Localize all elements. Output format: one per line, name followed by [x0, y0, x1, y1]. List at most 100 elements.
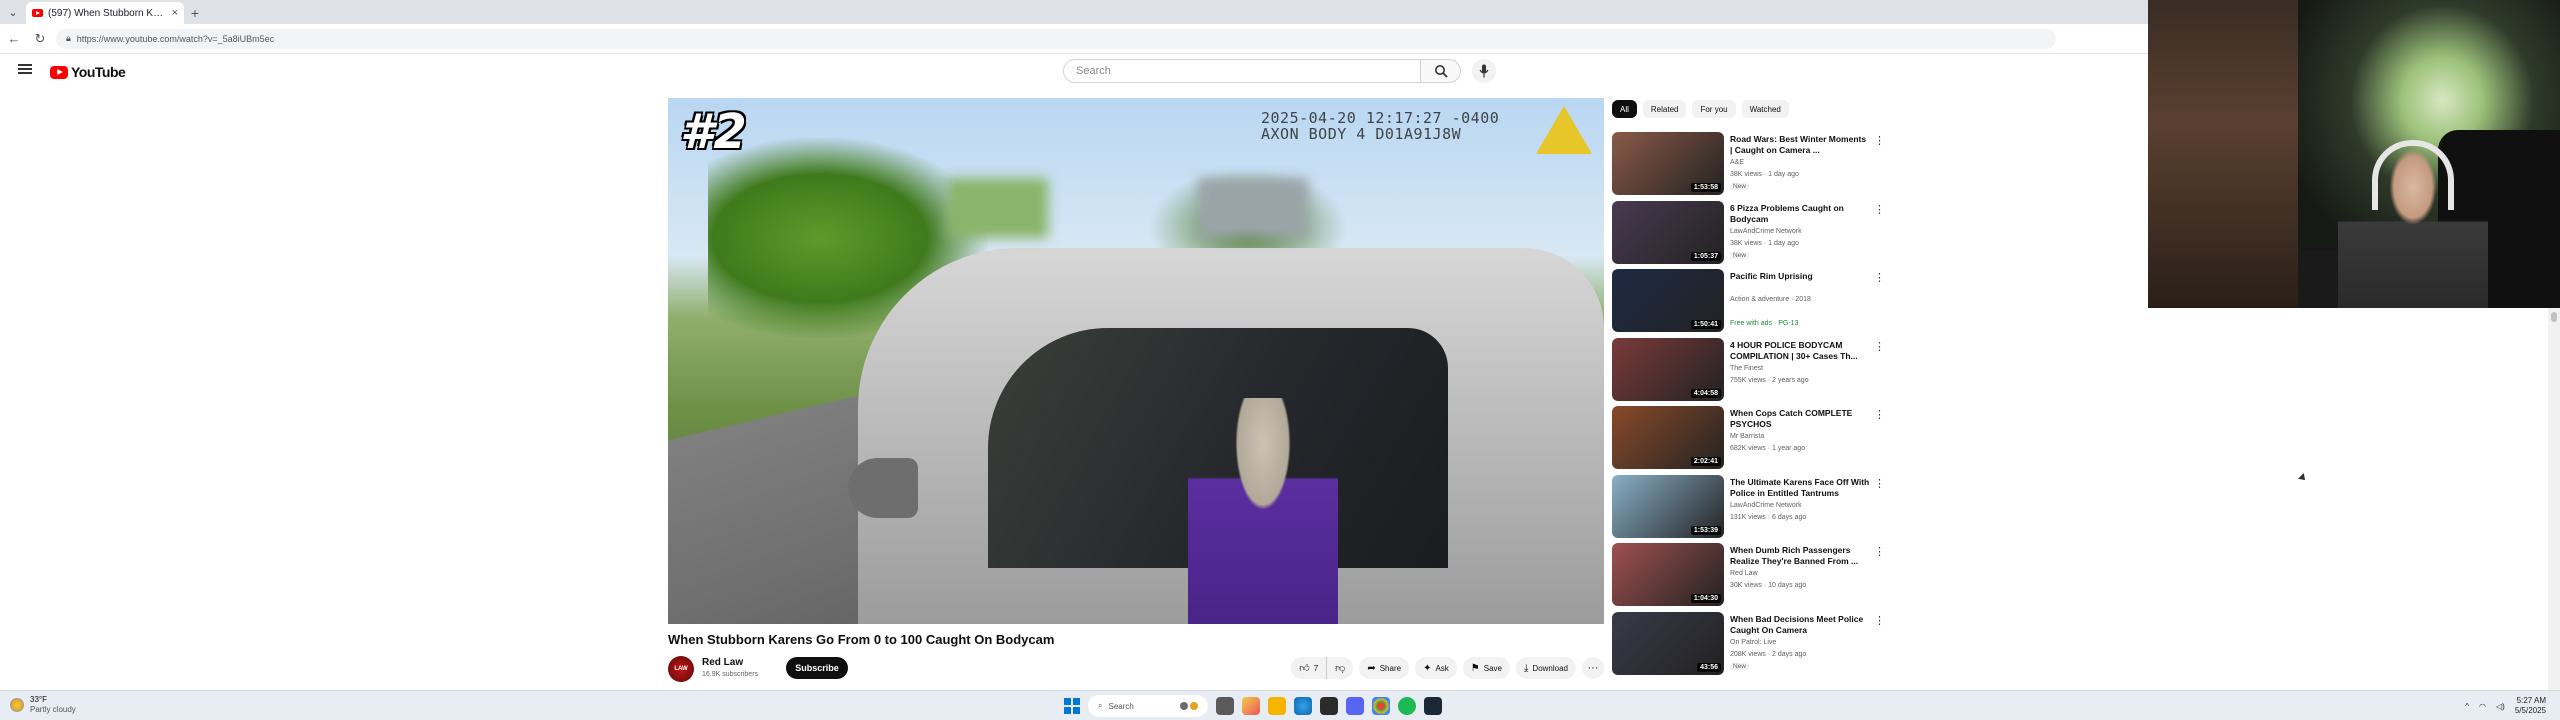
weather-widget[interactable]: 33°F Partly cloudy: [10, 695, 76, 715]
recommendation-channel[interactable]: On Patrol: Live: [1730, 639, 1776, 646]
like-count: 7: [1313, 663, 1319, 673]
chrome-icon[interactable]: [1372, 697, 1390, 715]
video-player[interactable]: #2 2025-04-20 12:17:27 -0400 AXON BODY 4…: [668, 98, 1604, 624]
channel-name[interactable]: Red Law: [702, 657, 743, 668]
clock-date: 5/5/2025: [2514, 706, 2546, 715]
recommendation-badge: Free with ads · PG-13: [1730, 320, 1799, 327]
start-button[interactable]: [1064, 698, 1080, 714]
save-button[interactable]: ⚑ Save: [1462, 657, 1510, 679]
more-vert-icon[interactable]: ⋮: [1874, 134, 1885, 147]
weather-temperature: 33°F: [30, 695, 47, 704]
recommendation-channel[interactable]: Mr Barrista: [1730, 433, 1764, 440]
like-button[interactable]: 👍︎ 7: [1291, 657, 1328, 679]
recommendation-item[interactable]: 1:53:39 The Ultimate Karens Face Off With…: [1612, 473, 1885, 542]
recommendation-channel[interactable]: Action & adventure · 2018: [1730, 296, 1811, 303]
recommendation-channel[interactable]: Red Law: [1730, 570, 1758, 577]
address-bar[interactable]: 🔒︎ https://www.youtube.com/watch?v=_5a8i…: [56, 28, 2056, 49]
store-icon[interactable]: [1320, 697, 1338, 715]
recommendation-title[interactable]: The Ultimate Karens Face Off With Police…: [1730, 477, 1870, 499]
recommendation-title[interactable]: When Bad Decisions Meet Police Caught On…: [1730, 614, 1870, 636]
edge-icon[interactable]: [1294, 697, 1312, 715]
recommendation-thumbnail[interactable]: 43:56: [1612, 611, 1724, 675]
recommendation-item[interactable]: 43:56 When Bad Decisions Meet Police Caug…: [1612, 610, 1885, 679]
speaker-icon[interactable]: ◁): [2496, 702, 2505, 711]
back-arrow-icon[interactable]: ←: [4, 29, 24, 49]
recommendation-channel[interactable]: LawAndCrime Network: [1730, 228, 1802, 235]
recommendation-channel[interactable]: LawAndCrime Network: [1730, 502, 1802, 509]
share-button[interactable]: ➦ Share: [1359, 657, 1410, 679]
chip-for-you[interactable]: For you: [1692, 100, 1736, 118]
browser-tab-active[interactable]: (597) When Stubborn Karens ×: [26, 2, 184, 24]
recommendation-badge: New: [1730, 251, 1750, 259]
more-vert-icon[interactable]: ⋮: [1874, 203, 1885, 216]
tab-search-icon[interactable]: ⌄: [0, 0, 26, 24]
more-vert-icon[interactable]: ⋮: [1874, 340, 1885, 353]
task-view-icon[interactable]: [1216, 697, 1234, 715]
steam-icon[interactable]: [1424, 697, 1442, 715]
spotify-icon[interactable]: [1398, 697, 1416, 715]
chip-watched[interactable]: Watched: [1741, 100, 1789, 118]
recommendation-thumbnail[interactable]: 4:04:58: [1612, 337, 1724, 401]
new-tab-button[interactable]: +: [184, 2, 206, 24]
partly-cloudy-icon: [10, 698, 24, 712]
ask-button[interactable]: ✦ Ask: [1415, 657, 1457, 679]
more-vert-icon[interactable]: ⋮: [1874, 408, 1885, 421]
youtube-favicon-icon: [32, 9, 43, 17]
youtube-logo-text: YouTube: [71, 64, 126, 80]
voice-search-button[interactable]: [1472, 59, 1496, 83]
recommendation-item[interactable]: 1:53:58 Road Wars: Best Winter Moments | …: [1612, 130, 1885, 199]
recommendation-item[interactable]: 2:02:41 When Cops Catch COMPLETE PSYCHOS M…: [1612, 404, 1885, 473]
recommendation-title[interactable]: When Cops Catch COMPLETE PSYCHOS: [1730, 408, 1870, 430]
recommendation-channel[interactable]: The Finest: [1730, 365, 1763, 372]
recommendation-thumbnail[interactable]: 2:02:41: [1612, 406, 1724, 469]
photos-icon[interactable]: [1242, 697, 1260, 715]
recommendation-thumbnail[interactable]: 1:53:39: [1612, 474, 1724, 538]
video-duration: 1:53:39: [1690, 525, 1721, 535]
more-vert-icon[interactable]: ⋮: [1874, 477, 1885, 490]
discord-icon[interactable]: [1346, 697, 1364, 715]
widget-icon: [1190, 702, 1198, 710]
subscribe-button[interactable]: Subscribe: [786, 657, 848, 679]
scrollbar-thumb[interactable]: [2551, 312, 2557, 322]
search-button[interactable]: [1421, 59, 1461, 83]
recommendations-list: 1:53:58 Road Wars: Best Winter Moments | …: [1612, 130, 1885, 679]
recommendation-thumbnail[interactable]: 1:53:58: [1612, 132, 1724, 195]
taskbar-clock[interactable]: 5:27 AM 5/5/2025: [2515, 696, 2546, 716]
wifi-icon[interactable]: ◠: [2479, 702, 2486, 711]
recommendation-item[interactable]: 1:04:30 When Dumb Rich Passengers Realize…: [1612, 541, 1885, 610]
recommendation-title[interactable]: When Dumb Rich Passengers Realize They'r…: [1730, 545, 1870, 567]
more-vert-icon[interactable]: ⋮: [1874, 614, 1885, 627]
menu-icon[interactable]: [18, 64, 32, 74]
tab-close-icon[interactable]: ×: [172, 7, 178, 19]
more-actions-button[interactable]: ···: [1582, 657, 1604, 679]
youtube-logo[interactable]: YouTube: [50, 64, 126, 80]
channel-avatar[interactable]: LAW: [668, 656, 694, 682]
more-vert-icon[interactable]: ⋮: [1874, 271, 1885, 284]
tray-chevron-icon[interactable]: ^: [2465, 702, 2469, 711]
file-explorer-icon[interactable]: [1268, 697, 1286, 715]
recommendation-item[interactable]: 1:05:37 6 Pizza Problems Caught on Bodyca…: [1612, 199, 1885, 268]
recommendation-title[interactable]: 4 HOUR POLICE BODYCAM COMPILATION | 30+ …: [1730, 340, 1870, 362]
recommendation-item[interactable]: 1:50:41 Pacific Rim Uprising Action & adve…: [1612, 267, 1885, 336]
search-input[interactable]: Search: [1063, 59, 1421, 83]
bookmark-icon: ⚑: [1470, 662, 1480, 674]
bodycam-timestamp-line: 2025-04-20 12:17:27 -0400: [1261, 109, 1500, 127]
recommendation-title[interactable]: Road Wars: Best Winter Moments | Caught …: [1730, 134, 1870, 156]
recommendation-thumbnail[interactable]: 1:50:41: [1612, 269, 1724, 332]
search-icon: [1434, 65, 1448, 78]
more-vert-icon[interactable]: ⋮: [1874, 545, 1885, 558]
recommendation-badge: New: [1730, 183, 1750, 190]
recommendation-title[interactable]: Pacific Rim Uprising: [1730, 271, 1870, 282]
chip-related[interactable]: Related: [1642, 100, 1687, 118]
dislike-button[interactable]: 👎︎: [1327, 657, 1354, 679]
download-button[interactable]: ⤓ Download: [1516, 657, 1576, 679]
page-scrollbar[interactable]: [2548, 308, 2560, 690]
recommendation-channel[interactable]: A&E: [1730, 159, 1744, 166]
recommendation-title[interactable]: 6 Pizza Problems Caught on Bodycam: [1730, 203, 1870, 225]
taskbar-search[interactable]: ⌕ Search: [1088, 695, 1208, 717]
recommendation-thumbnail[interactable]: 1:04:30: [1612, 543, 1724, 606]
chip-all[interactable]: All: [1612, 100, 1637, 118]
reload-icon[interactable]: ↻: [30, 29, 50, 49]
recommendation-item[interactable]: 4:04:58 4 HOUR POLICE BODYCAM COMPILATION…: [1612, 336, 1885, 405]
recommendation-thumbnail[interactable]: 1:05:37: [1612, 200, 1724, 264]
